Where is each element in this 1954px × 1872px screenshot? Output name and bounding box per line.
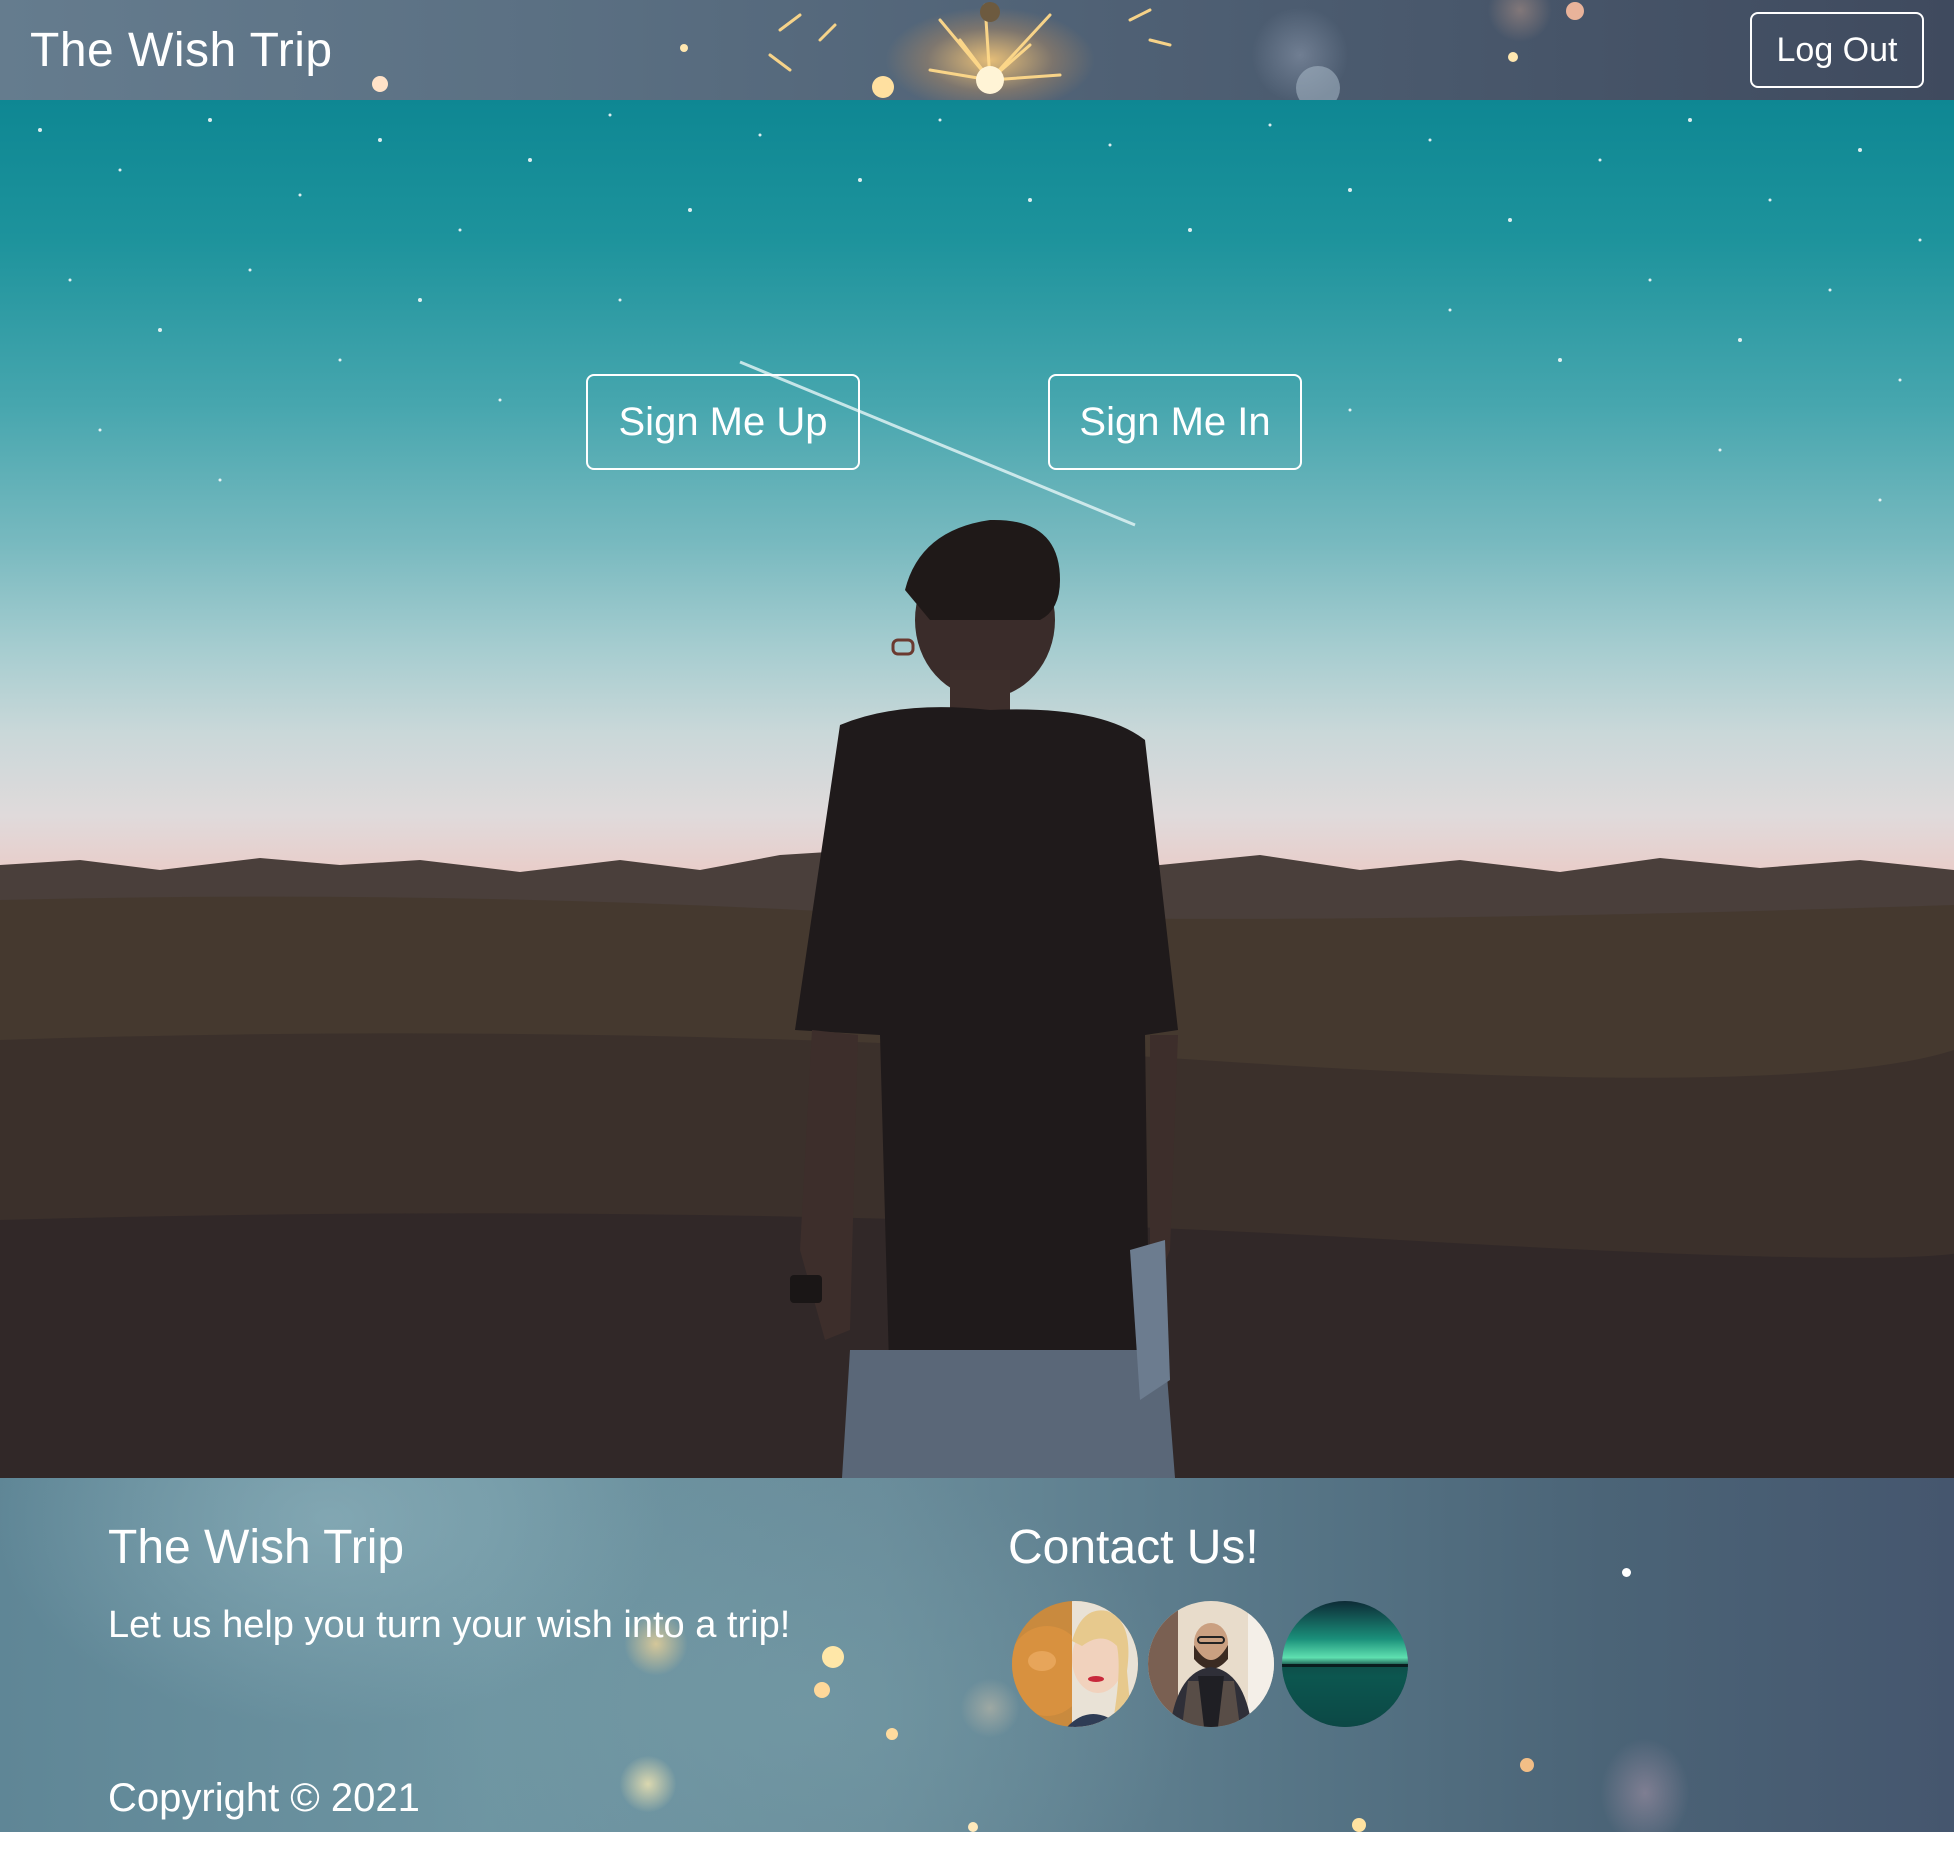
woman-with-cat-avatar[interactable] bbox=[1012, 1601, 1138, 1727]
logout-button[interactable]: Log Out bbox=[1750, 12, 1924, 88]
spark-dot bbox=[872, 76, 894, 98]
copyright-text: Copyright © 2021 bbox=[108, 1776, 420, 1820]
spark-dot bbox=[1508, 52, 1518, 62]
bokeh-light bbox=[968, 1822, 978, 1832]
bokeh-light bbox=[1622, 1568, 1631, 1577]
bokeh-light bbox=[1520, 1758, 1534, 1772]
spark-dot bbox=[1566, 2, 1584, 20]
hero-section: Sign Me Up Sign Me In bbox=[0, 100, 1954, 1478]
bearded-man-avatar[interactable] bbox=[1148, 1601, 1274, 1727]
aurora-landscape-avatar[interactable] bbox=[1282, 1601, 1408, 1727]
footer-tagline: Let us help you turn your wish into a tr… bbox=[108, 1604, 791, 1646]
spark-dot bbox=[680, 44, 688, 52]
contact-us-heading: Contact Us! bbox=[1008, 1521, 1259, 1574]
bokeh-light bbox=[1352, 1818, 1366, 1832]
brand-title[interactable]: The Wish Trip bbox=[30, 22, 333, 80]
bokeh-light bbox=[814, 1682, 830, 1698]
spark-dot bbox=[372, 76, 388, 92]
sign-in-button[interactable]: Sign Me In bbox=[1048, 374, 1302, 470]
bokeh-light bbox=[1600, 1738, 1690, 1832]
footer-brand-title: The Wish Trip bbox=[108, 1521, 405, 1574]
site-footer: The Wish Trip Let us help you turn your … bbox=[0, 1478, 1954, 1832]
person-silhouette-image bbox=[790, 519, 1178, 1478]
bokeh-light bbox=[960, 1678, 1020, 1738]
sign-up-button[interactable]: Sign Me Up bbox=[586, 374, 860, 470]
bokeh-light bbox=[886, 1728, 898, 1740]
bokeh-light bbox=[620, 1756, 676, 1812]
bokeh-light bbox=[822, 1646, 844, 1668]
top-navbar: The Wish Trip Log Out bbox=[0, 0, 1954, 100]
